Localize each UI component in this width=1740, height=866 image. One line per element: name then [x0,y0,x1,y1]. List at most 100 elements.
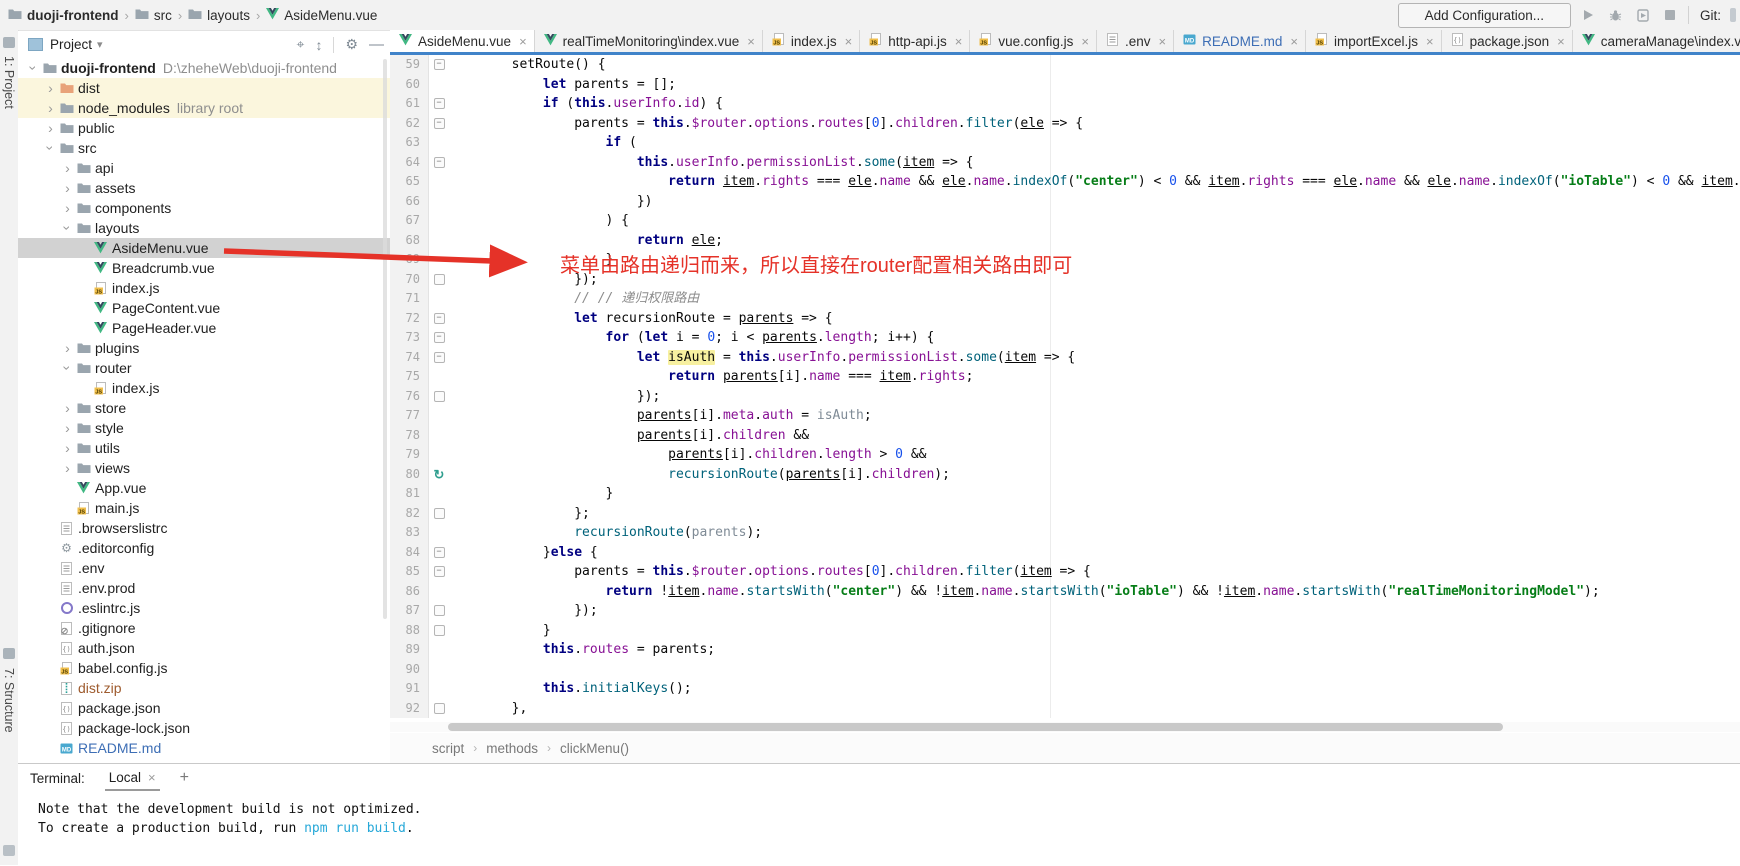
chevron-icon[interactable]: › [43,120,58,136]
fold-open-icon[interactable]: − [434,547,445,558]
code-line[interactable]: 63 if ( [390,133,1740,153]
fold-marker[interactable]: ↻ [429,465,449,485]
code-line[interactable]: 85− parents = this.$router.options.route… [390,562,1740,582]
fold-marker[interactable] [429,211,449,231]
chevron-icon[interactable]: › [60,221,76,236]
close-icon[interactable]: × [519,34,527,49]
editor-tab[interactable]: MDREADME.md× [1174,30,1306,52]
breadcrumb-item[interactable]: AsideMenu.vue [266,8,377,23]
code-line[interactable]: 80↻ recursionRoute(parents[i].children); [390,465,1740,485]
tree-item[interactable]: .browserslistrc [18,518,390,538]
breadcrumb-item[interactable]: src [135,8,172,23]
tree-item[interactable]: ›components [18,198,390,218]
chevron-icon[interactable]: › [60,420,75,436]
fold-close-icon[interactable] [434,508,445,519]
fold-marker[interactable]: − [429,562,449,582]
editor-tab[interactable]: JShttp-api.js× [860,30,970,52]
code-line[interactable]: 78 parents[i].children && [390,426,1740,446]
fold-marker[interactable] [429,426,449,446]
tree-item[interactable]: AsideMenu.vue [18,238,390,258]
fold-open-icon[interactable]: − [434,332,445,343]
chevron-down-icon[interactable]: ▾ [97,38,103,51]
editor-tab[interactable]: {)package.json× [1442,30,1573,52]
fold-marker[interactable] [429,270,449,290]
code-line[interactable]: 67 ) { [390,211,1740,231]
tree-item[interactable]: ›api [18,158,390,178]
terminal-tab-local[interactable]: Local × [105,765,160,791]
fold-marker[interactable] [429,484,449,504]
fold-marker[interactable] [429,601,449,621]
code-line[interactable]: 75 return parents[i].name === item.right… [390,367,1740,387]
chevron-icon[interactable]: › [26,61,42,76]
editor-breadcrumb-item[interactable]: methods [486,741,538,756]
code-line[interactable]: 62− parents = this.$router.options.route… [390,114,1740,134]
fold-marker[interactable] [429,387,449,407]
fold-marker[interactable]: − [429,328,449,348]
code-line[interactable]: 66 }) [390,192,1740,212]
tree-item[interactable]: JSbabel.config.js [18,658,390,678]
close-icon[interactable]: × [1159,34,1167,49]
scrollbar-thumb[interactable] [448,723,1503,731]
close-icon[interactable]: × [1426,34,1434,49]
chevron-icon[interactable]: › [43,141,59,156]
close-icon[interactable]: × [1290,34,1298,49]
coverage-icon[interactable] [1634,6,1652,24]
tree-item[interactable]: ›node_moduleslibrary root [18,98,390,118]
code-line[interactable]: 84− }else { [390,543,1740,563]
tree-item[interactable]: ›assets [18,178,390,198]
code-line[interactable]: 68 return ele; [390,231,1740,251]
editor-tab[interactable]: JSindex.js× [763,30,860,52]
tree-item[interactable]: .env.prod [18,578,390,598]
fold-marker[interactable] [429,582,449,602]
code-line[interactable]: 60 let parents = []; [390,75,1740,95]
fold-marker[interactable] [429,445,449,465]
terminal-panel[interactable]: Terminal: Local × + Note that the develo… [18,763,1740,866]
tree-item[interactable]: ›store [18,398,390,418]
close-icon[interactable]: × [747,34,755,49]
fold-marker[interactable] [429,699,449,719]
tree-item[interactable]: ›plugins [18,338,390,358]
fold-marker[interactable] [429,367,449,387]
tree-item[interactable]: MDREADME.md [18,738,390,758]
tree-item[interactable]: PageContent.vue [18,298,390,318]
close-icon[interactable]: × [1081,34,1089,49]
favorites-tool-icon[interactable] [3,845,15,856]
tree-item[interactable]: ⚙.editorconfig [18,538,390,558]
close-icon[interactable]: × [1557,34,1565,49]
new-terminal-icon[interactable]: + [180,769,189,787]
code-line[interactable]: 81 } [390,484,1740,504]
debug-bug-icon[interactable] [1607,6,1625,24]
fold-marker[interactable] [429,679,449,699]
fold-marker[interactable]: − [429,348,449,368]
chevron-icon[interactable]: › [60,200,75,216]
code-line[interactable]: 74− let isAuth = this.userInfo.permissio… [390,348,1740,368]
code-line[interactable]: 72− let recursionRoute = parents => { [390,309,1740,329]
locate-file-icon[interactable]: ⌖ [297,36,305,53]
chevron-icon[interactable]: › [43,80,58,96]
tree-item[interactable]: JSindex.js [18,278,390,298]
fold-open-icon[interactable]: − [434,98,445,109]
project-panel-header[interactable]: Project ▾ ⌖ ↕ ⚙ — [18,31,390,58]
tree-item[interactable]: {)package-lock.json [18,718,390,738]
chevron-icon[interactable]: › [43,100,58,116]
breadcrumb[interactable]: duoji-frontend›src›layouts›AsideMenu.vue [0,8,377,23]
fold-marker[interactable] [429,640,449,660]
tree-item[interactable]: ›utils [18,438,390,458]
fold-marker[interactable] [429,231,449,251]
code-line[interactable]: 61− if (this.userInfo.id) { [390,94,1740,114]
close-icon[interactable]: × [845,34,853,49]
fold-marker[interactable] [429,660,449,680]
tree-item[interactable]: App.vue [18,478,390,498]
collapse-all-icon[interactable]: ↕ [315,37,322,53]
structure-tool-icon[interactable] [3,648,15,659]
fold-close-icon[interactable] [434,605,445,616]
code-line[interactable]: 65 return item.rights === ele.name && el… [390,172,1740,192]
chevron-icon[interactable]: › [60,160,75,176]
tree-item[interactable]: ›src [18,138,390,158]
tree-item[interactable]: ›duoji-frontendD:\zheheWeb\duoji-fronten… [18,58,390,78]
fold-marker[interactable]: − [429,153,449,173]
tree-item[interactable]: .eslintrc.js [18,598,390,618]
run-icon[interactable] [1580,6,1598,24]
fold-marker[interactable] [429,172,449,192]
breadcrumb-item[interactable]: duoji-frontend [8,8,118,23]
